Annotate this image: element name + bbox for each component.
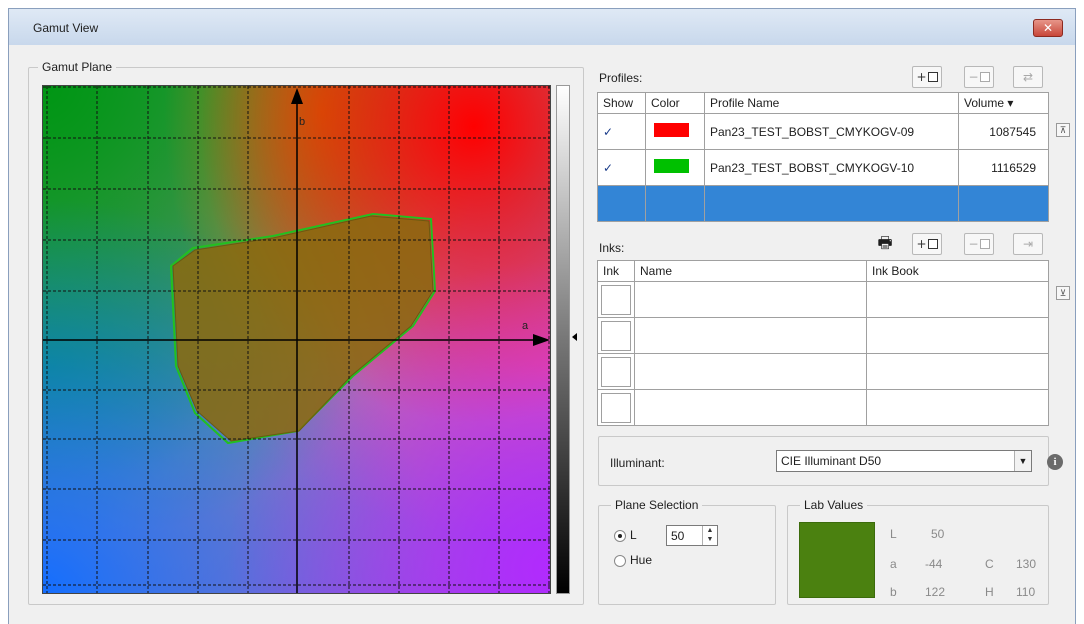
radio-l-label[interactable]: L xyxy=(630,528,637,542)
title-bar: Gamut View ✕ xyxy=(9,9,1075,45)
stepper-arrows-icon[interactable]: ▲ ▼ xyxy=(702,526,717,545)
gamut-plane-canvas[interactable]: b a xyxy=(42,85,551,594)
l-value: 50 xyxy=(671,529,685,543)
ink-swatch[interactable] xyxy=(601,320,631,351)
table-row[interactable] xyxy=(597,353,1049,390)
col-show[interactable]: Show xyxy=(597,92,646,114)
lab-l-label: L xyxy=(890,527,897,541)
profile-volume: 1087545 xyxy=(958,113,1049,150)
add-profile-button[interactable]: + xyxy=(912,66,942,88)
col-ink-name[interactable]: Name xyxy=(634,260,867,282)
b-axis-label: b xyxy=(299,116,306,128)
lab-h-label: H xyxy=(985,585,994,599)
table-row[interactable]: ✓ Pan23_TEST_BOBST_CMYKOGV-10 1116529 xyxy=(597,149,1049,186)
import-icon: ⇥ xyxy=(1022,237,1034,251)
profiles-label: Profiles: xyxy=(599,71,643,85)
profile-box-icon xyxy=(979,72,990,82)
ink-swatch[interactable] xyxy=(601,284,631,315)
ink-library-icon[interactable]: 🖶 xyxy=(872,233,898,255)
color-cell[interactable] xyxy=(645,113,705,150)
plane-selection-group xyxy=(598,505,776,605)
plus-icon: + xyxy=(916,70,927,84)
add-ink-button[interactable]: + xyxy=(912,233,942,255)
color-swatch xyxy=(654,159,689,173)
illuminant-value: CIE Illuminant D50 xyxy=(781,454,882,468)
table-row-selected-empty[interactable] xyxy=(597,185,1049,222)
color-swatch xyxy=(654,123,689,137)
minus-icon: − xyxy=(968,237,979,251)
a-axis-arrow-icon xyxy=(533,334,550,346)
remove-profile-button[interactable]: − xyxy=(964,66,994,88)
b-axis-arrow-icon xyxy=(291,88,303,104)
lab-b-label: b xyxy=(890,585,897,599)
col-ink[interactable]: Ink xyxy=(597,260,635,282)
ink-swatch[interactable] xyxy=(601,392,631,423)
minus-icon: − xyxy=(968,70,979,84)
lab-color-swatch xyxy=(799,522,875,598)
radio-hue-label[interactable]: Hue xyxy=(630,553,652,567)
table-row[interactable] xyxy=(597,317,1049,354)
inks-label: Inks: xyxy=(599,241,625,255)
table-row[interactable] xyxy=(597,389,1049,426)
profiles-table: Show Color Profile Name Volume ▾ ✓ Pan23… xyxy=(597,92,1049,222)
illuminant-select[interactable]: CIE Illuminant D50 ▼ xyxy=(776,450,1032,472)
remove-ink-button[interactable]: − xyxy=(964,233,994,255)
gamut-plane-label: Gamut Plane xyxy=(38,60,117,74)
inks-table: Ink Name Ink Book xyxy=(597,260,1049,426)
ink-swatch[interactable] xyxy=(601,356,631,387)
profile-volume: 1116529 xyxy=(958,149,1049,186)
table-row[interactable] xyxy=(597,281,1049,318)
chevron-down-icon[interactable]: ▼ xyxy=(1014,451,1031,471)
lab-l-value: 50 xyxy=(931,527,945,541)
col-profile-name[interactable]: Profile Name xyxy=(704,92,959,114)
illuminant-label: Illuminant: xyxy=(610,456,665,470)
radio-hue[interactable] xyxy=(614,555,626,567)
lightness-gradient-bar[interactable] xyxy=(556,85,570,594)
ink-box-icon xyxy=(979,239,990,249)
plus-icon: + xyxy=(916,237,927,251)
col-color[interactable]: Color xyxy=(645,92,705,114)
lab-c-value: 130 xyxy=(1016,557,1037,571)
a-axis-label: a xyxy=(522,320,529,332)
info-icon[interactable]: i xyxy=(1047,454,1063,470)
profile-name: Pan23_TEST_BOBST_CMYKOGV-09 xyxy=(704,113,959,150)
import-ink-button[interactable]: ⇥ xyxy=(1013,233,1043,255)
compare-icon: ⇄ xyxy=(1022,70,1034,84)
l-value-stepper[interactable]: 50 ▲ ▼ xyxy=(666,525,718,546)
close-button[interactable]: ✕ xyxy=(1033,19,1063,37)
plane-selection-label: Plane Selection xyxy=(611,498,703,512)
lab-values-label: Lab Values xyxy=(800,498,868,512)
gamut-shape-profile-09 xyxy=(172,215,434,442)
lab-a-value: -44 xyxy=(925,557,943,571)
window-title: Gamut View xyxy=(33,21,99,35)
collapse-profiles-icon[interactable]: ⊼ xyxy=(1056,123,1070,137)
col-ink-book[interactable]: Ink Book xyxy=(866,260,1049,282)
table-row[interactable]: ✓ Pan23_TEST_BOBST_CMYKOGV-09 1087545 xyxy=(597,113,1049,150)
ink-box-icon xyxy=(927,239,938,249)
lightness-marker-icon[interactable] xyxy=(572,333,577,341)
expand-inks-icon[interactable]: ⊻ xyxy=(1056,286,1070,300)
lab-b-value: 122 xyxy=(925,585,946,599)
lab-c-label: C xyxy=(985,557,994,571)
edit-profile-button[interactable]: ⇄ xyxy=(1013,66,1043,88)
lab-a-label: a xyxy=(890,557,897,571)
profile-name: Pan23_TEST_BOBST_CMYKOGV-10 xyxy=(704,149,959,186)
plane-overlay xyxy=(43,86,550,593)
show-checkbox[interactable]: ✓ xyxy=(597,149,646,186)
profile-box-icon xyxy=(927,72,938,82)
lab-h-value: 110 xyxy=(1016,585,1036,599)
radio-l[interactable] xyxy=(614,530,626,542)
show-checkbox[interactable]: ✓ xyxy=(597,113,646,150)
color-cell[interactable] xyxy=(645,149,705,186)
col-volume[interactable]: Volume ▾ xyxy=(958,92,1049,114)
